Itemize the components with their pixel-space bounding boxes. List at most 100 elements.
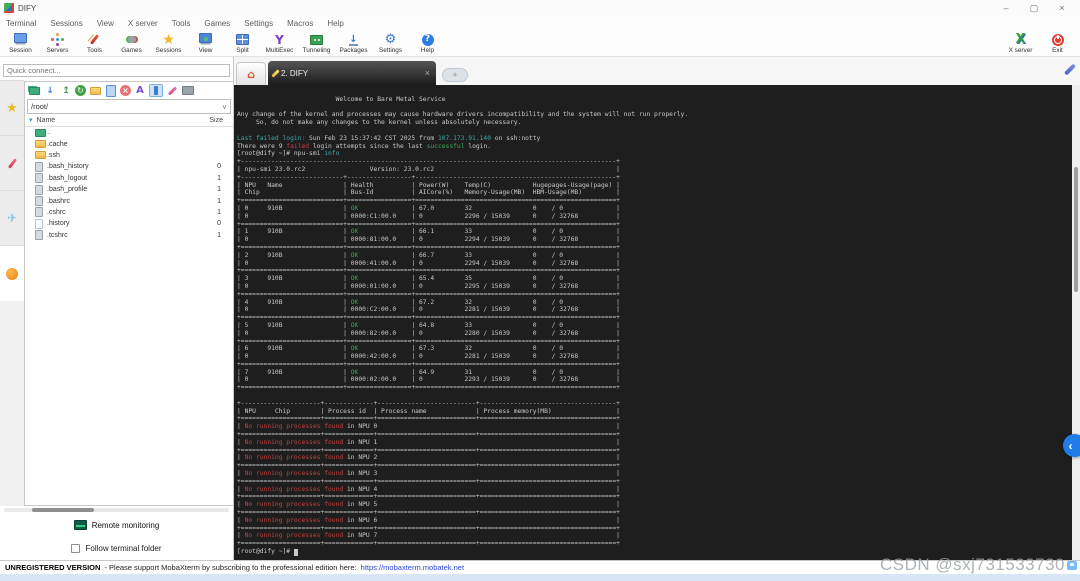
split-icon	[235, 33, 251, 46]
maximize-button[interactable]: ▢	[1020, 1, 1048, 15]
toolbar-label: Exit	[1052, 46, 1063, 54]
menu-item-settings[interactable]: Settings	[244, 19, 273, 28]
toolbar-button-sessions[interactable]: Sessions	[150, 33, 187, 54]
terminal-line: +=====================+=============+===…	[237, 431, 620, 439]
sidebar-macros-tab[interactable]	[0, 246, 24, 301]
menu-item-sessions[interactable]: Sessions	[50, 19, 82, 28]
toolbar-button-x-server[interactable]: X server	[1002, 33, 1039, 54]
mobatek-link[interactable]: https://mobaxterm.mobatek.net	[361, 563, 464, 572]
file-size: 0	[217, 163, 221, 171]
file-row[interactable]: .tcshrc 1	[25, 230, 233, 241]
minimize-button[interactable]: –	[992, 1, 1020, 15]
file-row[interactable]: .bash_history 0	[25, 161, 233, 172]
toolbar-label: Games	[121, 47, 142, 54]
st-ball-icon	[6, 267, 18, 280]
tab-active-session[interactable]: 2. DIFY ×	[268, 61, 436, 85]
sidebar-sftp-tab[interactable]: ✈	[0, 191, 24, 246]
path-input[interactable]: /root/ ∨	[27, 99, 231, 114]
file-list-header: ▾ Name Size	[25, 114, 233, 127]
new-file-icon[interactable]	[104, 84, 118, 97]
main-toolbar: Session Servers Tools Games Sessions View Spli…	[0, 30, 1080, 57]
edit-icon[interactable]	[165, 84, 179, 97]
terminal-line: +===========================+===========…	[237, 220, 620, 228]
scrollbar-thumb[interactable]	[32, 508, 94, 512]
scrollbar-thumb[interactable]	[1074, 167, 1078, 292]
upload-icon[interactable]	[59, 84, 73, 97]
up-folder-icon	[35, 129, 47, 137]
file-row[interactable]: ..	[25, 127, 233, 138]
screen-icon[interactable]	[181, 84, 195, 97]
toolbar-button-help[interactable]: Help	[409, 33, 446, 54]
menu-item-tools[interactable]: Tools	[172, 19, 191, 28]
quick-connect-input[interactable]	[3, 64, 230, 77]
toolbar-button-split[interactable]: Split	[224, 33, 261, 54]
view-icon	[198, 33, 214, 46]
file-name: .history	[47, 220, 70, 228]
file-row[interactable]: .bashrc 1	[25, 195, 233, 206]
window-controls: – ▢ ×	[992, 1, 1076, 15]
terminal-line: | No running processes found in NPU 5 |	[237, 501, 620, 509]
sidebar: ★✈ /root/ ∨ ▾ Name Size ...cache.ssh.bas…	[0, 57, 234, 560]
toolbar-button-view[interactable]: View	[187, 33, 224, 54]
terminal[interactable]: Welcome to Bare Metal Service Any change…	[234, 85, 1080, 560]
file-row[interactable]: .bash_logout 1	[25, 173, 233, 184]
tab-close-icon[interactable]: ×	[425, 68, 430, 78]
sidebar-sessions-tab[interactable]: ★	[0, 81, 24, 136]
home-tab-button[interactable]: ⌂	[236, 62, 266, 85]
column-size[interactable]: Size	[209, 117, 229, 124]
up-folder-icon[interactable]	[27, 84, 41, 97]
toolbar-button-multiexec[interactable]: MultiExec	[261, 33, 298, 54]
toolbar-button-settings[interactable]: Settings	[372, 33, 409, 54]
toolbar-button-packages[interactable]: Packages	[335, 33, 372, 54]
menu-item-terminal[interactable]: Terminal	[6, 19, 36, 28]
follow-terminal-folder-label: Follow terminal folder	[85, 543, 162, 553]
exit-icon	[1051, 33, 1064, 46]
toolbar-button-tunneling[interactable]: Tunneling	[298, 33, 335, 54]
file-icon	[35, 173, 47, 183]
toolbar-button-session[interactable]: Session	[2, 33, 39, 54]
toolbar-button-exit[interactable]: Exit	[1039, 33, 1076, 54]
close-button[interactable]: ×	[1048, 1, 1076, 15]
toolbar-button-servers[interactable]: Servers	[39, 33, 76, 54]
home-icon: ⌂	[247, 67, 255, 81]
terminal-scrollbar[interactable]	[1072, 85, 1080, 560]
menu-item-macros[interactable]: Macros	[287, 19, 313, 28]
download-icon[interactable]	[43, 84, 57, 97]
collapse-panel-button[interactable]: ‹	[1063, 434, 1080, 457]
refresh-icon[interactable]	[75, 85, 86, 96]
status-message: - Please support MobaXterm by subscribin…	[104, 563, 357, 572]
menu-item-view[interactable]: View	[97, 19, 114, 28]
terminal-pencil-icon	[271, 68, 280, 78]
file-row[interactable]: .history 0	[25, 218, 233, 229]
rename-icon[interactable]	[133, 84, 147, 97]
toolbar-button-tools[interactable]: Tools	[76, 33, 113, 54]
terminal-line: +===========================+===========…	[237, 267, 620, 275]
delete-icon[interactable]	[120, 85, 131, 96]
file-row[interactable]: .cshrc 1	[25, 207, 233, 218]
column-name[interactable]: Name	[37, 117, 56, 124]
toolbar-button-games[interactable]: Games	[113, 33, 150, 54]
terminal-line: +===========================+===========…	[237, 243, 620, 251]
terminal-line: | No running processes found in NPU 7 |	[237, 532, 620, 540]
file-row[interactable]: .ssh	[25, 150, 233, 161]
remote-monitoring-label: Remote monitoring	[91, 520, 160, 530]
new-folder-icon[interactable]	[88, 84, 102, 97]
new-tab-button[interactable]: +	[442, 68, 468, 82]
file-row[interactable]: .bash_profile 1	[25, 184, 233, 195]
file-name: ..	[47, 129, 51, 137]
edit-pencil-icon[interactable]	[1063, 63, 1077, 76]
track-folder-icon[interactable]	[149, 84, 163, 97]
chevron-down-icon[interactable]: ∨	[222, 103, 227, 111]
sidebar-tools-tab[interactable]	[0, 136, 24, 191]
toolbar-label: Tunneling	[302, 47, 331, 54]
menu-item-help[interactable]: Help	[327, 19, 343, 28]
follow-terminal-folder-checkbox[interactable]	[71, 543, 81, 553]
sidebar-horizontal-scrollbar[interactable]	[4, 508, 229, 512]
file-browser-toolbar	[25, 82, 233, 99]
file-size: 1	[217, 197, 221, 205]
file-row[interactable]: .cache	[25, 138, 233, 149]
menu-item-x-server[interactable]: X server	[128, 19, 158, 28]
remote-monitoring-button[interactable]: Remote monitoring	[0, 514, 233, 536]
sort-arrow-icon[interactable]: ▾	[29, 116, 33, 124]
menu-item-games[interactable]: Games	[204, 19, 230, 28]
